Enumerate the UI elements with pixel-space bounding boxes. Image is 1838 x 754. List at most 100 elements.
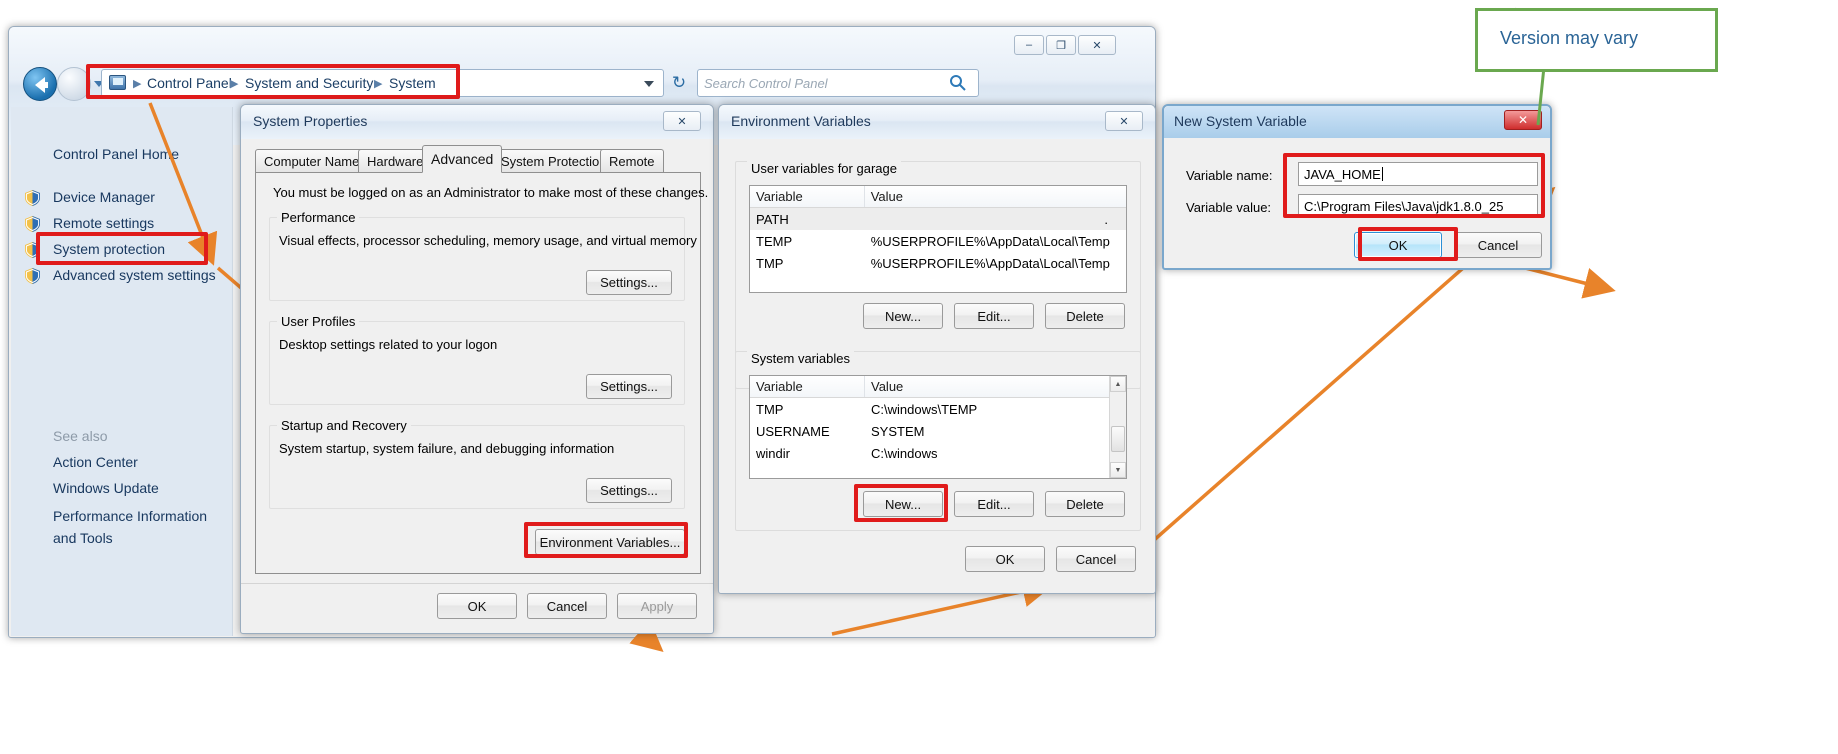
forward-button[interactable] <box>57 67 91 101</box>
new-system-variable-close-button[interactable]: ✕ <box>1504 110 1542 130</box>
shield-icon <box>25 216 40 232</box>
sidebar-item-remote-settings[interactable]: Remote settings <box>25 213 225 235</box>
sidebar-item-performance-information-and-tools[interactable]: Performance Information and Tools <box>53 506 213 549</box>
system-properties-ok-button[interactable]: OK <box>437 593 517 619</box>
user-profiles-group-title: User Profiles <box>277 314 359 329</box>
sidebar-item-action-center[interactable]: Action Center <box>53 454 138 470</box>
variable-value-label: Variable value: <box>1186 200 1271 215</box>
maximize-button[interactable]: ❐ <box>1046 35 1076 55</box>
shield-icon <box>25 190 40 206</box>
system-variables-group-title: System variables <box>747 351 854 366</box>
address-dropdown-icon[interactable] <box>644 81 654 87</box>
system-properties-apply-button: Apply <box>617 593 697 619</box>
environment-variables-title: Environment Variables <box>731 113 871 129</box>
user-variables-new-button[interactable]: New... <box>863 303 943 329</box>
tab-computer-name[interactable]: Computer Name <box>255 149 368 173</box>
cell-variable: TMP <box>750 256 865 271</box>
breadcrumb-sep-0: ▶ <box>133 77 141 90</box>
new-system-variable-ok-button[interactable]: OK <box>1354 232 1442 258</box>
version-note-text: Version may vary <box>1500 28 1638 49</box>
sidebar-item-label: Device Manager <box>53 189 155 205</box>
sidebar-item-system-protection[interactable]: System protection <box>25 239 225 261</box>
shield-icon <box>25 242 40 258</box>
cell-value: C:\windows\TEMP <box>865 402 1110 417</box>
system-variables-list[interactable]: Variable Value TMP C:\windows\TEMP USERN… <box>749 375 1127 479</box>
system-variables-scrollbar[interactable]: ▲ ▼ <box>1109 376 1126 478</box>
search-input[interactable]: Search Control Panel <box>697 69 979 97</box>
variable-name-value: JAVA_HOME <box>1304 167 1381 182</box>
new-system-variable-title: New System Variable <box>1174 113 1307 129</box>
shield-icon <box>25 268 40 284</box>
table-row[interactable]: TMP %USERPROFILE%\AppData\Local\Temp <box>750 252 1126 274</box>
cell-value: . <box>865 212 1126 227</box>
column-header-value[interactable]: Value <box>865 186 1126 207</box>
table-row[interactable]: TMP C:\windows\TEMP <box>750 398 1126 420</box>
environment-variables-cancel-button[interactable]: Cancel <box>1056 546 1136 572</box>
close-button[interactable]: ✕ <box>1078 35 1116 55</box>
sidebar-item-label: Advanced system settings <box>53 267 216 283</box>
startup-recovery-description: System startup, system failure, and debu… <box>279 441 614 456</box>
tab-remote[interactable]: Remote <box>600 149 664 173</box>
breadcrumb-sep-1: ▶ <box>230 77 238 90</box>
column-header-variable[interactable]: Variable <box>750 186 865 207</box>
new-system-variable-dialog[interactable]: New System Variable ✕ Variable name: JAV… <box>1162 104 1552 270</box>
text-caret <box>1382 167 1383 181</box>
user-variables-edit-button[interactable]: Edit... <box>954 303 1034 329</box>
sidebar-item-label: System protection <box>53 241 165 257</box>
user-variables-list[interactable]: Variable Value PATH . TEMP %USERPROFILE%… <box>749 185 1127 293</box>
back-button[interactable] <box>23 67 57 101</box>
system-variables-new-button[interactable]: New... <box>863 491 943 517</box>
sidebar-item-label: Remote settings <box>53 215 154 231</box>
system-properties-close-button[interactable]: ✕ <box>663 111 701 131</box>
environment-variables-ok-button[interactable]: OK <box>965 546 1045 572</box>
column-header-value[interactable]: Value <box>865 376 1110 397</box>
system-properties-cancel-button[interactable]: Cancel <box>527 593 607 619</box>
administrator-notice: You must be logged on as an Administrato… <box>273 185 708 200</box>
variable-name-label: Variable name: <box>1186 168 1272 183</box>
sidebar-item-windows-update[interactable]: Windows Update <box>53 480 159 496</box>
user-variables-delete-button[interactable]: Delete <box>1045 303 1125 329</box>
table-row[interactable]: windir C:\windows <box>750 442 1126 464</box>
computer-icon <box>109 75 126 90</box>
environment-variables-close-button[interactable]: ✕ <box>1105 111 1143 131</box>
breadcrumb-item-system[interactable]: System <box>389 75 436 91</box>
table-row[interactable]: PATH . <box>750 208 1126 230</box>
variable-name-input[interactable]: JAVA_HOME <box>1298 162 1538 186</box>
environment-variables-dialog[interactable]: Environment Variables ✕ User variables f… <box>718 104 1156 594</box>
performance-group-title: Performance <box>277 210 359 225</box>
minimize-button[interactable]: – <box>1014 35 1044 55</box>
see-also-label: See also <box>53 428 107 444</box>
system-variables-edit-button[interactable]: Edit... <box>954 491 1034 517</box>
cell-value: %USERPROFILE%\AppData\Local\Temp <box>865 234 1126 249</box>
user-profiles-settings-button[interactable]: Settings... <box>586 374 672 399</box>
refresh-button[interactable]: ↻ <box>664 69 694 97</box>
user-profiles-description: Desktop settings related to your logon <box>279 337 497 352</box>
breadcrumb-item-control-panel[interactable]: Control Panel <box>147 75 232 91</box>
variable-value-input[interactable]: C:\Program Files\Java\jdk1.8.0_25 <box>1298 194 1538 218</box>
system-variables-delete-button[interactable]: Delete <box>1045 491 1125 517</box>
system-properties-separator <box>241 583 713 584</box>
table-row[interactable]: USERNAME SYSTEM <box>750 420 1126 442</box>
scroll-down-arrow-icon[interactable]: ▼ <box>1110 462 1126 478</box>
tab-advanced[interactable]: Advanced <box>422 145 502 173</box>
table-row[interactable]: TEMP %USERPROFILE%\AppData\Local\Temp <box>750 230 1126 252</box>
scroll-up-arrow-icon[interactable]: ▲ <box>1110 376 1126 392</box>
startup-recovery-settings-button[interactable]: Settings... <box>586 478 672 503</box>
new-system-variable-cancel-button[interactable]: Cancel <box>1454 232 1542 258</box>
cell-variable: PATH <box>750 212 865 227</box>
breadcrumb-item-system-and-security[interactable]: System and Security <box>245 75 373 91</box>
search-icon <box>949 74 967 92</box>
sidebar-item-control-panel-home[interactable]: Control Panel Home <box>53 146 179 162</box>
scrollbar-thumb[interactable] <box>1111 426 1125 452</box>
environment-variables-button[interactable]: Environment Variables... <box>535 529 685 555</box>
system-properties-dialog[interactable]: System Properties ✕ Computer Name Hardwa… <box>240 104 714 634</box>
tab-system-protection[interactable]: System Protection <box>492 149 616 173</box>
system-properties-title: System Properties <box>253 113 367 129</box>
cell-variable: TEMP <box>750 234 865 249</box>
performance-settings-button[interactable]: Settings... <box>586 270 672 295</box>
sidebar-item-advanced-system-settings[interactable]: Advanced system settings <box>25 265 225 287</box>
back-arrow-icon <box>24 68 58 102</box>
column-header-variable[interactable]: Variable <box>750 376 865 397</box>
sidebar-item-device-manager[interactable]: Device Manager <box>25 187 225 209</box>
cell-value: C:\windows <box>865 446 1110 461</box>
